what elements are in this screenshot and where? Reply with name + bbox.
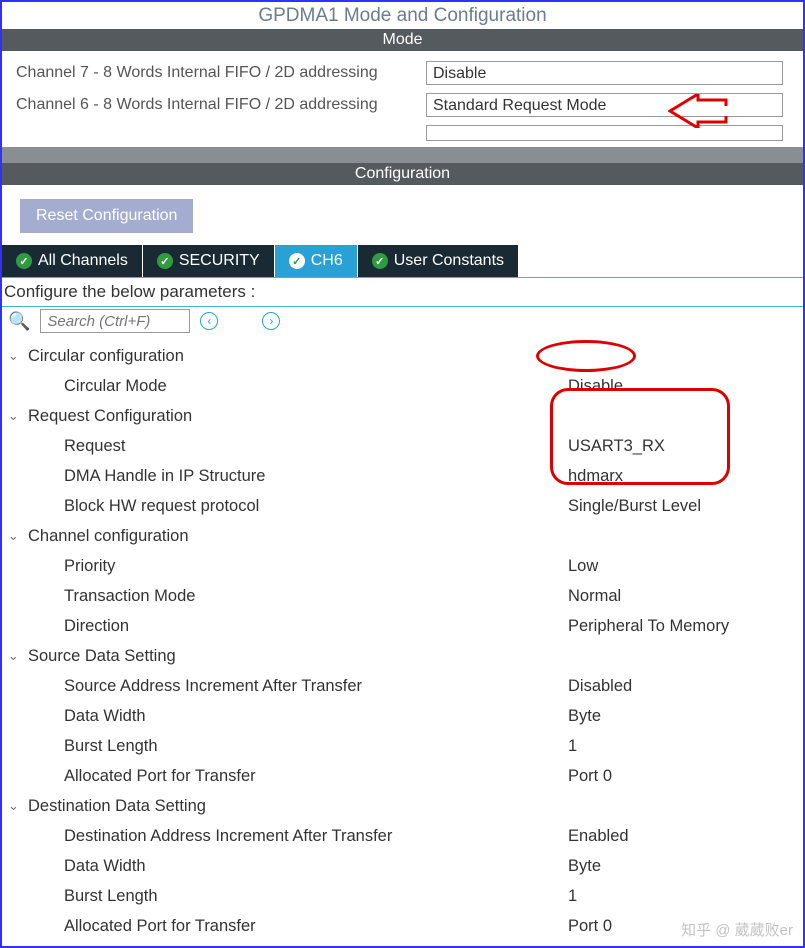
check-icon: ✓ bbox=[372, 253, 388, 269]
param-label: Direction bbox=[8, 613, 568, 639]
param-dst-burst[interactable]: Burst Length1 bbox=[8, 881, 797, 911]
param-label: Allocated Port for Transfer bbox=[8, 913, 568, 939]
tab-label: SECURITY bbox=[179, 252, 260, 270]
param-src-width[interactable]: Data WidthByte bbox=[8, 701, 797, 731]
configuration-bar: Configuration bbox=[2, 163, 803, 185]
search-input[interactable] bbox=[40, 309, 190, 333]
config-tabs: ✓ All Channels ✓ SECURITY ✓ CH6 ✓ User C… bbox=[2, 245, 803, 277]
param-request[interactable]: RequestUSART3_RX bbox=[8, 431, 797, 461]
configure-text: Configure the below parameters : bbox=[2, 278, 803, 306]
tab-user-constants[interactable]: ✓ User Constants bbox=[358, 245, 519, 277]
search-next-icon[interactable]: › bbox=[262, 312, 280, 330]
check-icon: ✓ bbox=[16, 253, 32, 269]
channel7-label: Channel 7 - 8 Words Internal FIFO / 2D a… bbox=[16, 64, 426, 82]
param-src-port[interactable]: Allocated Port for TransferPort 0 bbox=[8, 761, 797, 791]
group-label: Destination Data Setting bbox=[28, 793, 206, 819]
param-value: Disabled bbox=[568, 673, 632, 699]
grey-separator bbox=[2, 147, 803, 163]
param-value: 1 bbox=[568, 883, 577, 909]
group-label: Source Data Setting bbox=[28, 643, 176, 669]
partial-select[interactable] bbox=[426, 125, 783, 141]
param-dma-handle[interactable]: DMA Handle in IP Structurehdmarx bbox=[8, 461, 797, 491]
group-label: Channel configuration bbox=[28, 523, 189, 549]
param-label: Data Width bbox=[8, 853, 568, 879]
param-value: Byte bbox=[568, 703, 601, 729]
reset-configuration-button[interactable]: Reset Configuration bbox=[20, 199, 193, 233]
param-label: Priority bbox=[8, 553, 568, 579]
search-prev-icon[interactable]: ‹ bbox=[200, 312, 218, 330]
page-title: GPDMA1 Mode and Configuration bbox=[2, 2, 803, 29]
group-circular[interactable]: ⌄Circular configuration bbox=[8, 341, 797, 371]
group-dest[interactable]: ⌄Destination Data Setting bbox=[8, 791, 797, 821]
param-direction[interactable]: DirectionPeripheral To Memory bbox=[8, 611, 797, 641]
param-value: Normal bbox=[568, 583, 621, 609]
group-source[interactable]: ⌄Source Data Setting bbox=[8, 641, 797, 671]
param-label: Circular Mode bbox=[8, 373, 568, 399]
chevron-down-icon: ⌄ bbox=[8, 343, 28, 369]
group-label: Data Handling bbox=[28, 943, 133, 948]
tab-all-channels[interactable]: ✓ All Channels bbox=[2, 245, 143, 277]
param-dst-inc[interactable]: Destination Address Increment After Tran… bbox=[8, 821, 797, 851]
tab-security[interactable]: ✓ SECURITY bbox=[143, 245, 275, 277]
param-value: USART3_RX bbox=[568, 433, 665, 459]
param-value: Port 0 bbox=[568, 763, 612, 789]
param-priority[interactable]: PriorityLow bbox=[8, 551, 797, 581]
chevron-down-icon: ⌄ bbox=[8, 403, 28, 429]
param-src-inc[interactable]: Source Address Increment After TransferD… bbox=[8, 671, 797, 701]
tab-label: All Channels bbox=[38, 252, 128, 270]
chevron-down-icon: ⌄ bbox=[8, 793, 28, 819]
group-label: Circular configuration bbox=[28, 343, 184, 369]
param-label: Block HW request protocol bbox=[8, 493, 568, 519]
param-src-burst[interactable]: Burst Length1 bbox=[8, 731, 797, 761]
tab-label: User Constants bbox=[394, 252, 504, 270]
param-value: Enabled bbox=[568, 823, 629, 849]
param-label: Destination Address Increment After Tran… bbox=[8, 823, 568, 849]
channel6-label: Channel 6 - 8 Words Internal FIFO / 2D a… bbox=[16, 96, 426, 114]
channel6-select[interactable]: Standard Request Mode bbox=[426, 93, 783, 117]
chevron-down-icon: ⌄ bbox=[8, 943, 28, 948]
param-dst-port[interactable]: Allocated Port for TransferPort 0 bbox=[8, 911, 797, 941]
search-icon[interactable]: 🔍 bbox=[8, 311, 30, 332]
param-value: Disable bbox=[568, 373, 623, 399]
chevron-down-icon: ⌄ bbox=[8, 523, 28, 549]
param-circular-mode[interactable]: Circular ModeDisable bbox=[8, 371, 797, 401]
param-value: 1 bbox=[568, 733, 577, 759]
check-icon: ✓ bbox=[289, 253, 305, 269]
param-value: hdmarx bbox=[568, 463, 623, 489]
parameter-tree: ⌄Circular configuration Circular ModeDis… bbox=[2, 341, 803, 948]
param-label: Source Address Increment After Transfer bbox=[8, 673, 568, 699]
param-transaction[interactable]: Transaction ModeNormal bbox=[8, 581, 797, 611]
check-icon: ✓ bbox=[157, 253, 173, 269]
watermark: 知乎 @ 葳葳败er bbox=[681, 919, 793, 940]
group-channel[interactable]: ⌄Channel configuration bbox=[8, 521, 797, 551]
param-label: Transaction Mode bbox=[8, 583, 568, 609]
param-label: Burst Length bbox=[8, 733, 568, 759]
param-label: Burst Length bbox=[8, 883, 568, 909]
param-value: Port 0 bbox=[568, 913, 612, 939]
param-value: Peripheral To Memory bbox=[568, 613, 729, 639]
group-request[interactable]: ⌄Request Configuration bbox=[8, 401, 797, 431]
tab-ch6[interactable]: ✓ CH6 bbox=[275, 245, 358, 277]
mode-bar: Mode bbox=[2, 29, 803, 51]
group-data-handling[interactable]: ⌄Data Handling bbox=[8, 941, 797, 948]
param-label: Request bbox=[8, 433, 568, 459]
param-value: Byte bbox=[568, 853, 601, 879]
param-value: Low bbox=[568, 553, 598, 579]
tab-label: CH6 bbox=[311, 252, 343, 270]
param-value: Single/Burst Level bbox=[568, 493, 701, 519]
chevron-down-icon: ⌄ bbox=[8, 643, 28, 669]
param-label: Allocated Port for Transfer bbox=[8, 763, 568, 789]
param-label: DMA Handle in IP Structure bbox=[8, 463, 568, 489]
channel7-select[interactable]: Disable bbox=[426, 61, 783, 85]
param-block-hw[interactable]: Block HW request protocolSingle/Burst Le… bbox=[8, 491, 797, 521]
group-label: Request Configuration bbox=[28, 403, 192, 429]
param-label: Data Width bbox=[8, 703, 568, 729]
param-dst-width[interactable]: Data WidthByte bbox=[8, 851, 797, 881]
